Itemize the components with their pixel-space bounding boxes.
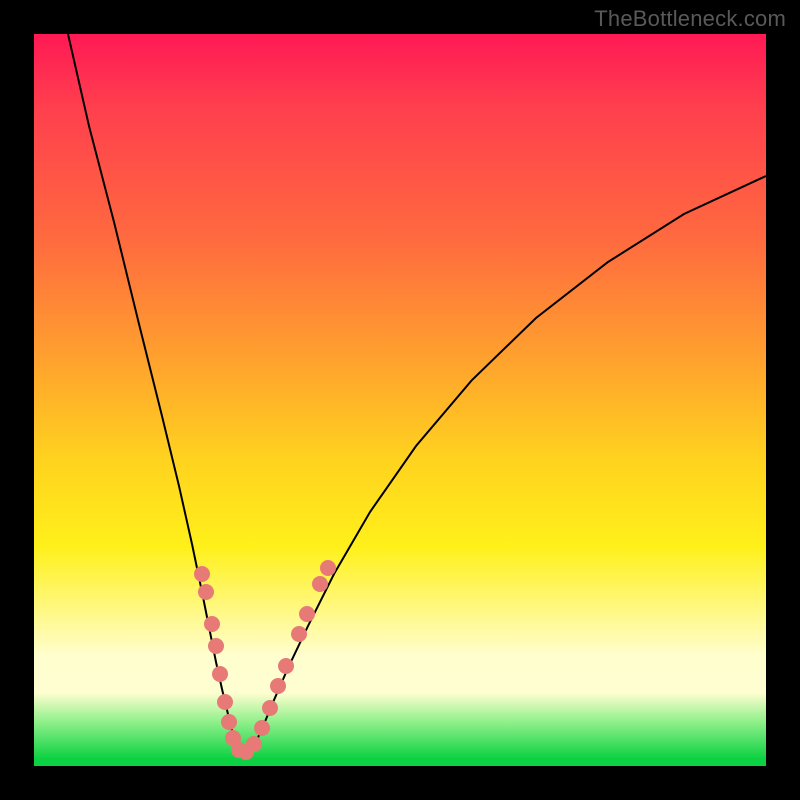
marker-dot (217, 694, 233, 710)
marker-dot (208, 638, 224, 654)
marker-dot (291, 626, 307, 642)
chart-svg (34, 34, 766, 766)
marker-dot (262, 700, 278, 716)
marker-dot (270, 678, 286, 694)
marker-dot (254, 720, 270, 736)
marker-dot (299, 606, 315, 622)
marker-dot (278, 658, 294, 674)
marker-dot (198, 584, 214, 600)
marker-dot (312, 576, 328, 592)
marker-dot (320, 560, 336, 576)
marker-dot (204, 616, 220, 632)
watermark-text: TheBottleneck.com (594, 6, 786, 32)
plot-area (34, 34, 766, 766)
marker-dot (221, 714, 237, 730)
marker-dot (194, 566, 210, 582)
marker-dot (212, 666, 228, 682)
marker-dot (246, 736, 262, 752)
outer-frame: TheBottleneck.com (0, 0, 800, 800)
curve-right-branch (250, 176, 766, 754)
